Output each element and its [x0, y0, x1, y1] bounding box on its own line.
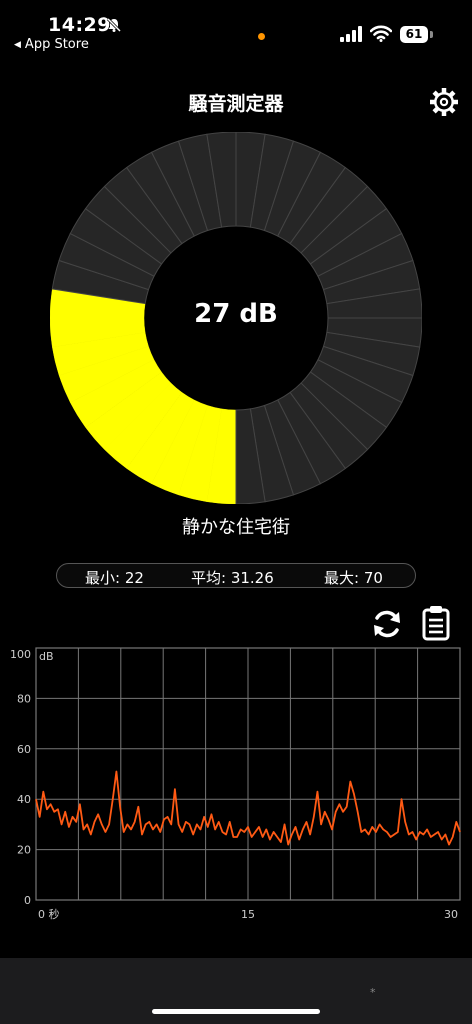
- bottom-bar: [0, 958, 472, 1024]
- back-triangle-icon: ◀: [14, 40, 21, 50]
- back-label: App Store: [24, 37, 89, 52]
- stats-summary: 最小: 22 平均: 31.26 最大: 70: [56, 563, 416, 588]
- x-tick-label: 15: [241, 908, 255, 921]
- x-tick-label: 0 秒: [38, 907, 60, 921]
- status-time: 14:29: [48, 14, 111, 36]
- battery-indicator: 61: [400, 26, 428, 43]
- settings-gear-icon[interactable]: [428, 86, 460, 118]
- wifi-icon: [370, 25, 392, 42]
- page-title: 騒音測定器: [188, 93, 284, 115]
- y-tick-label: 60: [17, 743, 31, 756]
- ad-indicator-icon: *: [370, 986, 376, 999]
- cellular-signal-icon: [340, 26, 362, 42]
- clipboard-icon[interactable]: [420, 605, 452, 641]
- y-tick-label: 40: [17, 793, 31, 806]
- stat-average: 平均: 31.26: [191, 569, 274, 587]
- back-to-app-store-link[interactable]: ◀ App Store: [14, 37, 89, 52]
- status-bar: 14:29 ◀ App Store 61: [0, 0, 472, 56]
- y-tick-label: 20: [17, 844, 31, 857]
- gauge-value: 27 dB: [194, 299, 278, 329]
- y-tick-label: 80: [17, 692, 31, 705]
- y-tick-label: 100: [10, 648, 31, 661]
- bell-muted-icon: [106, 17, 122, 33]
- home-indicator[interactable]: [152, 1009, 320, 1014]
- stat-min: 最小: 22: [85, 569, 144, 587]
- refresh-icon[interactable]: [370, 607, 404, 641]
- y-tick-label: 0: [24, 894, 31, 907]
- stat-max: 最大: 70: [324, 569, 383, 587]
- noise-level-description: 静かな住宅街: [182, 517, 290, 538]
- sound-history-chart: 0 20 40 60 80 100 dB 0 秒 15 30: [10, 647, 461, 921]
- x-tick-label: 30: [444, 908, 458, 921]
- privacy-indicator-dot: [258, 33, 265, 40]
- chart-unit-label: dB: [39, 650, 54, 663]
- battery-tip: [430, 31, 433, 38]
